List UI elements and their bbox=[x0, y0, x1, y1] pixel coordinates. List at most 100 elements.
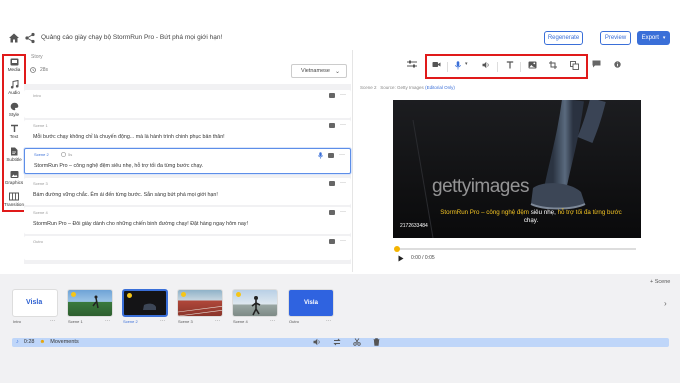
scene-script-text[interactable]: Bám đường vững chắc. Êm ái đến từng bước… bbox=[33, 192, 218, 198]
scene-card-1[interactable]: Scene 1 Mỗi bước chạy không chỉ là chuyế… bbox=[24, 120, 351, 148]
volume-icon[interactable] bbox=[482, 61, 490, 69]
share-icon[interactable] bbox=[24, 32, 36, 44]
more-options-icon[interactable]: ··· bbox=[105, 318, 110, 324]
more-options-icon[interactable]: ··· bbox=[160, 318, 165, 324]
video-progress-track[interactable] bbox=[396, 248, 636, 250]
comment-icon[interactable] bbox=[329, 181, 335, 186]
scene-card-2[interactable]: Scene 2 5s StormRun Pro – công nghệ đệm … bbox=[24, 148, 351, 174]
scene-name: Scene 2 bbox=[34, 152, 49, 157]
toolbar-style[interactable]: Style bbox=[4, 100, 24, 124]
story-label: Story bbox=[31, 54, 43, 60]
star-icon bbox=[71, 292, 76, 297]
comment-icon[interactable] bbox=[329, 123, 335, 128]
text-icon[interactable] bbox=[506, 61, 514, 69]
preview-button[interactable]: Preview bbox=[600, 31, 631, 45]
thumbnail-scene-1[interactable] bbox=[67, 289, 113, 317]
thumbnail-scene-4[interactable] bbox=[232, 289, 278, 317]
more-options-icon[interactable]: ··· bbox=[340, 92, 346, 98]
thumbnail-scene-3[interactable] bbox=[177, 289, 223, 317]
chevron-down-icon[interactable]: ▾ bbox=[465, 61, 468, 67]
scene-card-3[interactable]: Scene 3 Bám đường vững chắc. Êm ái đến t… bbox=[24, 178, 351, 205]
more-options-icon[interactable]: ··· bbox=[50, 318, 55, 324]
thumbnail-label: Scene 4 bbox=[233, 319, 248, 324]
more-options-icon[interactable]: ··· bbox=[340, 122, 346, 128]
subtitle-caption[interactable]: StormRun Pro – công nghệ đệm siêu nhẹ, h… bbox=[423, 209, 639, 225]
chevron-right-icon[interactable]: › bbox=[664, 299, 667, 308]
visla-logo-text: Visla bbox=[26, 299, 43, 306]
trash-icon[interactable] bbox=[373, 338, 380, 346]
microphone-icon[interactable] bbox=[318, 152, 323, 159]
scissors-icon[interactable] bbox=[353, 338, 361, 346]
add-scene-button[interactable]: + Scene bbox=[650, 279, 670, 285]
toolbar-subtitle-label: Subtitle bbox=[6, 157, 22, 162]
subtitle-icon bbox=[11, 147, 18, 156]
scene-duration: 5s bbox=[61, 152, 72, 157]
more-options-icon[interactable]: ··· bbox=[339, 152, 345, 158]
caption-part-3: hỗ trợ tối đa từng bước bbox=[557, 209, 622, 216]
scene-script-text[interactable]: StormRun Pro – công nghệ đệm siêu nhẹ, h… bbox=[34, 163, 203, 169]
scene-source-info: Scene 2 Source: Getty Images (Editorial … bbox=[360, 85, 455, 90]
swap-music-icon[interactable] bbox=[333, 338, 341, 346]
toolbar-media[interactable]: Media bbox=[4, 56, 24, 80]
scene-card-4[interactable]: Scene 4 StormRun Pro – Đôi giày dành cho… bbox=[24, 207, 351, 234]
thumbnail-intro[interactable]: Visla bbox=[12, 289, 58, 317]
comment-icon[interactable] bbox=[328, 153, 334, 158]
separator bbox=[447, 62, 448, 72]
toolbar-graphics[interactable]: Graphics bbox=[4, 168, 24, 192]
adjust-sliders-icon[interactable] bbox=[407, 60, 417, 68]
more-options-icon[interactable]: ··· bbox=[270, 318, 275, 324]
scene-actions: ··· bbox=[329, 209, 346, 215]
comment-icon[interactable] bbox=[329, 239, 335, 244]
regenerate-button[interactable]: Regenerate bbox=[544, 31, 583, 45]
toolbar-audio-label: Audio bbox=[8, 90, 20, 95]
volume-icon[interactable] bbox=[313, 338, 321, 346]
music-note-icon: ♪ bbox=[16, 339, 19, 345]
scene-card-intro[interactable]: Intro ··· bbox=[24, 90, 351, 118]
microphone-icon[interactable] bbox=[455, 61, 461, 70]
export-button[interactable]: Export ▾ bbox=[637, 31, 670, 45]
thumbnail-outro[interactable]: Visla bbox=[288, 289, 334, 317]
more-options-icon[interactable]: ··· bbox=[340, 238, 346, 244]
preview-scene-label: Scene 2 bbox=[360, 85, 377, 90]
scene-list: Intro ··· Scene 1 Mỗi bước chạy không ch… bbox=[24, 84, 351, 264]
comment-icon[interactable] bbox=[329, 93, 335, 98]
scene-duration-value: 5s bbox=[68, 152, 73, 157]
scene-card-outro[interactable]: Outro ··· bbox=[24, 236, 351, 260]
separator bbox=[520, 62, 521, 72]
scene-edit-toolbar: ▾ bbox=[425, 54, 588, 79]
music-track-label: ♪ 0:28 ☻ Movements bbox=[16, 339, 79, 345]
project-title[interactable]: Quảng cáo giày chạy bộ StormRun Pro - Bứ… bbox=[41, 34, 222, 41]
comment-icon[interactable] bbox=[592, 60, 601, 68]
image-icon[interactable] bbox=[528, 61, 537, 69]
video-camera-icon[interactable] bbox=[432, 61, 441, 68]
music-duration: 0:28 bbox=[23, 339, 35, 345]
more-options-icon[interactable]: ··· bbox=[340, 209, 346, 215]
toolbar-text[interactable]: Text bbox=[4, 122, 24, 146]
language-select[interactable]: Vietnamese ⌄ bbox=[291, 64, 347, 78]
info-icon[interactable] bbox=[614, 61, 621, 68]
source-label: Source: Getty Images bbox=[380, 85, 424, 90]
more-options-icon[interactable]: ··· bbox=[326, 318, 331, 324]
scene-name: Outro bbox=[33, 239, 44, 244]
scene-script-text[interactable]: Mỗi bước chạy không chỉ là chuyến động..… bbox=[33, 134, 225, 140]
video-preview[interactable]: gettyimages 2172633484 StormRun Pro – cô… bbox=[393, 100, 641, 238]
video-progress-handle[interactable] bbox=[394, 246, 400, 252]
story-duration-value: 28s bbox=[40, 67, 49, 73]
toolbar-subtitle[interactable]: Subtitle bbox=[4, 145, 24, 169]
layers-icon[interactable] bbox=[570, 61, 579, 70]
video-time: 0:00 / 0:05 bbox=[411, 255, 435, 261]
crop-icon[interactable] bbox=[549, 61, 557, 69]
home-icon[interactable] bbox=[8, 32, 20, 44]
thumbnail-label: Scene 3 bbox=[178, 319, 193, 324]
thumbnail-label: Scene 2 bbox=[123, 319, 138, 324]
toolbar-transition[interactable]: Transition bbox=[4, 190, 24, 214]
thumbnail-scene-2[interactable] bbox=[122, 289, 168, 317]
play-icon[interactable] bbox=[398, 255, 404, 262]
more-options-icon[interactable]: ··· bbox=[340, 180, 346, 186]
transition-icon bbox=[9, 192, 19, 201]
more-options-icon[interactable]: ··· bbox=[215, 318, 220, 324]
comment-icon[interactable] bbox=[329, 210, 335, 215]
toolbar-audio[interactable]: Audio bbox=[4, 78, 24, 102]
star-icon bbox=[181, 292, 186, 297]
scene-script-text[interactable]: StormRun Pro – Đôi giày dành cho những c… bbox=[33, 221, 248, 227]
